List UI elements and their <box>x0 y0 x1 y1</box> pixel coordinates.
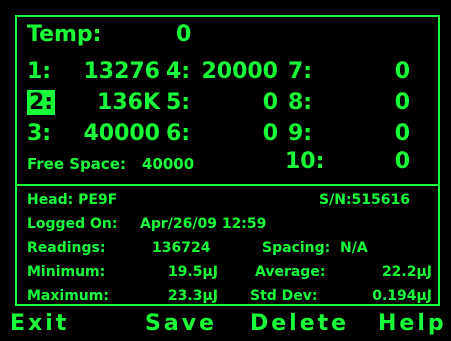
maximum-value: 23.3µJ <box>167 288 218 304</box>
channel-3-label: 3: <box>27 121 52 146</box>
channel-10-value: 0 <box>394 149 410 174</box>
minimum-label: Minimum: <box>27 264 106 280</box>
channel-5-label: 5: <box>166 90 191 115</box>
head-text: Head: PE9F <box>27 192 118 208</box>
free-space-label: Free Space: <box>27 155 126 173</box>
section-divider <box>17 184 438 186</box>
channel-5-value: 0 <box>262 90 278 115</box>
save-button[interactable]: Save <box>145 313 217 335</box>
exit-button[interactable]: Exit <box>10 313 69 335</box>
logged-on-label: Logged On: <box>27 216 118 232</box>
readings-label: Readings: <box>27 240 106 256</box>
logged-on-value: Apr/26/09 12:59 <box>140 216 267 232</box>
channel-6-value: 0 <box>262 121 278 146</box>
maximum-label: Maximum: <box>27 288 109 304</box>
average-value: 22.2µJ <box>381 264 432 280</box>
spacing-value: N/A <box>340 240 368 256</box>
help-button[interactable]: Help <box>378 313 447 335</box>
temp-label: Temp: <box>27 22 102 47</box>
channel-2-selected-label[interactable]: 2: <box>27 90 56 115</box>
channel-2-value: 136K <box>97 90 160 115</box>
channel-1-value: 13276 <box>83 59 160 84</box>
temp-value: 0 <box>176 22 192 47</box>
channel-3-value: 40000 <box>83 121 160 146</box>
channel-6-label: 6: <box>166 121 191 146</box>
channel-9-label: 9: <box>288 121 313 146</box>
channel-4-value: 20000 <box>201 59 278 84</box>
serial-number: S/N:515616 <box>319 192 410 208</box>
channel-10-label: 10: <box>285 149 325 174</box>
channel-4-label: 4: <box>166 59 191 84</box>
channel-9-value: 0 <box>394 121 410 146</box>
stddev-label: Std Dev: <box>250 288 318 304</box>
spacing-label: Spacing: <box>262 240 331 256</box>
minimum-value: 19.5µJ <box>167 264 218 280</box>
channel-2-label[interactable]: 2: <box>27 90 56 115</box>
channel-7-label: 7: <box>288 59 313 84</box>
delete-button[interactable]: Delete <box>250 313 349 335</box>
free-space-value: 40000 <box>142 155 195 173</box>
channel-1-label: 1: <box>27 59 52 84</box>
average-label: Average: <box>255 264 326 280</box>
channel-8-label: 8: <box>288 90 313 115</box>
stddev-value: 0.194µJ <box>372 288 432 304</box>
channel-8-value: 0 <box>394 90 410 115</box>
readings-value: 136724 <box>152 240 211 256</box>
channel-7-value: 0 <box>394 59 410 84</box>
